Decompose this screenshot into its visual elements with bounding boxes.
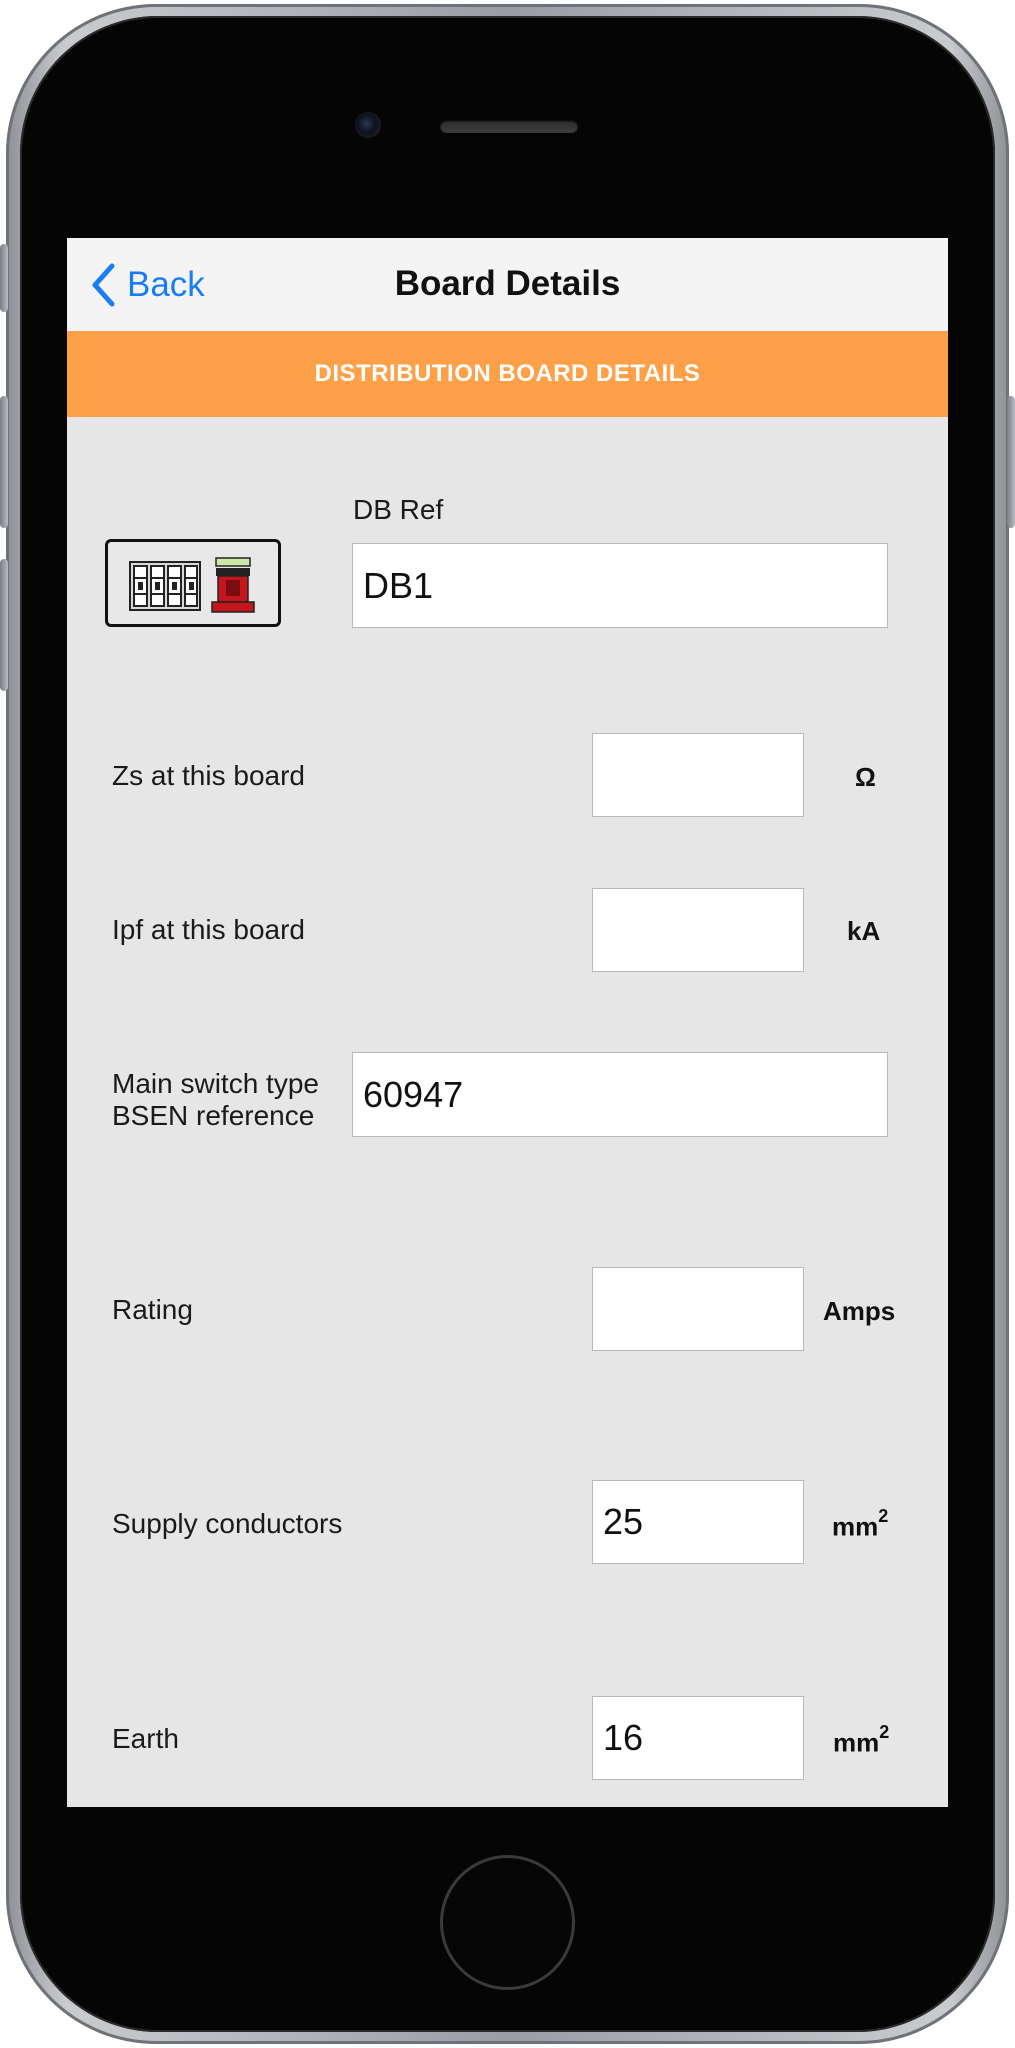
home-button[interactable]: [440, 1855, 575, 1990]
supply-conductors-input[interactable]: 25: [592, 1480, 804, 1564]
db-ref-label: DB Ref: [353, 494, 444, 525]
ipf-label: Ipf at this board: [112, 914, 306, 945]
distribution-board-icon: [105, 539, 281, 627]
earth-unit: mm2: [833, 1722, 889, 1759]
supply-conductors-label: Supply conductors: [112, 1508, 343, 1539]
power-button: [1007, 396, 1015, 528]
earth-input[interactable]: 16: [592, 1696, 804, 1780]
earth-label: Earth: [112, 1723, 179, 1754]
main-switch-label-line2: BSEN reference: [112, 1100, 315, 1132]
main-switch-label-line1: Main switch type: [112, 1068, 319, 1099]
navigation-bar: Back Board Details: [67, 238, 948, 332]
main-switch-label: Main switch type BSEN reference: [112, 1068, 319, 1132]
app-screen: Back Board Details DISTRIBUTION BOARD DE…: [67, 238, 948, 1807]
supply-conductors-unit: mm2: [832, 1506, 888, 1543]
zs-label: Zs at this board: [112, 760, 305, 791]
front-camera: [355, 112, 381, 138]
rating-input[interactable]: [592, 1267, 804, 1351]
mute-switch: [0, 244, 8, 312]
rating-label: Rating: [112, 1294, 193, 1325]
earpiece-speaker: [440, 120, 578, 133]
earth-unit-exp: 2: [879, 1722, 890, 1742]
main-switch-input[interactable]: 60947: [352, 1052, 888, 1137]
section-header: DISTRIBUTION BOARD DETAILS: [67, 331, 948, 417]
board-graphic: [129, 557, 255, 613]
db-ref-input[interactable]: DB1: [352, 543, 888, 628]
ipf-unit: kA: [847, 916, 881, 946]
volume-down-button: [0, 559, 8, 691]
supply-conductors-unit-exp: 2: [878, 1506, 889, 1526]
volume-up-button: [0, 396, 8, 528]
zs-input[interactable]: [592, 733, 804, 817]
rating-unit: Amps: [823, 1296, 896, 1326]
earth-unit-base: mm: [833, 1727, 880, 1758]
page-title: Board Details: [394, 264, 621, 303]
supply-conductors-unit-base: mm: [832, 1511, 879, 1542]
ipf-input[interactable]: [592, 888, 804, 972]
zs-unit: Ω: [855, 762, 876, 792]
